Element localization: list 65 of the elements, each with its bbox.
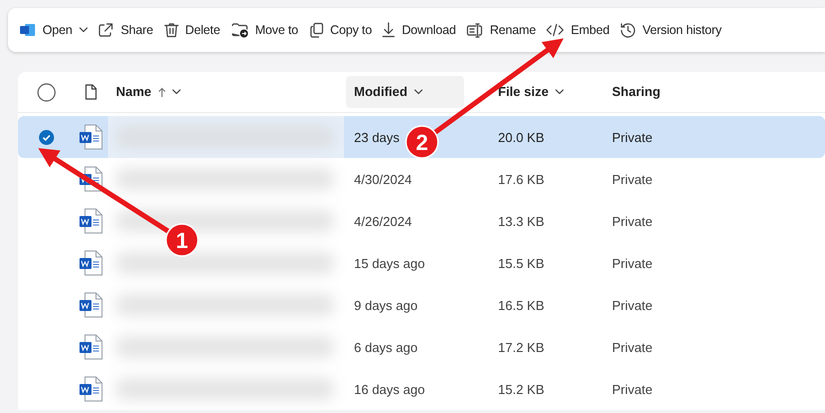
document-icon xyxy=(79,124,103,150)
toolbar-button[interactable]: Version history xyxy=(618,16,724,44)
column-header[interactable]: Name xyxy=(108,76,190,108)
toolbar-button[interactable]: Move to xyxy=(228,16,300,44)
annotation-number: 2 xyxy=(416,130,428,155)
document-icon xyxy=(20,23,36,37)
file-icon xyxy=(85,84,97,100)
sharing-cell: Private xyxy=(612,172,652,186)
file-row[interactable]: 4/30/2024 17.6 KB Private xyxy=(18,158,825,200)
folder-icon xyxy=(230,22,249,38)
file-row[interactable]: 6 days ago 17.2 KB Private xyxy=(18,326,825,368)
sharing-cell: Private xyxy=(612,298,652,312)
size-cell: 17.6 KB xyxy=(498,172,544,186)
download-icon xyxy=(382,22,396,38)
modified-cell: 4/26/2024 xyxy=(354,214,412,228)
modified-cell: 15 days ago xyxy=(354,256,425,270)
checkbox[interactable] xyxy=(38,130,54,145)
annotation-number: 1 xyxy=(176,228,188,253)
copy-icon xyxy=(308,22,324,38)
rename-icon xyxy=(466,22,484,38)
sharing-cell: Private xyxy=(612,256,652,270)
toolbar-button[interactable]: Delete xyxy=(162,16,222,44)
chevron-down-icon xyxy=(555,89,564,95)
size-cell: 15.5 KB xyxy=(498,256,544,270)
document-icon xyxy=(79,334,103,360)
sharing-cell: Private xyxy=(612,130,652,144)
chevron-down-icon xyxy=(414,89,423,95)
size-cell: 16.5 KB xyxy=(498,298,544,312)
document-icon xyxy=(79,208,103,234)
size-cell: 17.2 KB xyxy=(498,340,544,354)
toolbar-button[interactable]: Open xyxy=(18,16,90,44)
file-row[interactable]: 16 days ago 15.2 KB Private xyxy=(18,368,825,410)
toolbar-button[interactable]: Download xyxy=(380,16,458,44)
modified-cell: 23 days xyxy=(354,130,400,144)
size-cell: 15.2 KB xyxy=(498,382,544,396)
size-cell: 13.3 KB xyxy=(498,214,544,228)
history-icon xyxy=(620,22,636,38)
document-icon xyxy=(79,376,103,402)
modified-cell: 4/30/2024 xyxy=(354,172,412,186)
trash-icon xyxy=(164,22,179,38)
chevron-down-icon xyxy=(78,27,88,33)
column-header[interactable]: Sharing xyxy=(604,76,668,108)
document-icon xyxy=(79,166,103,192)
toolbar-button[interactable]: Rename xyxy=(464,16,538,44)
size-cell: 20.0 KB xyxy=(498,130,544,144)
modified-cell: 9 days ago xyxy=(354,298,418,312)
sharing-cell: Private xyxy=(612,214,652,228)
document-icon xyxy=(79,292,103,318)
modified-cell: 6 days ago xyxy=(354,340,418,354)
checkbox[interactable] xyxy=(36,82,56,102)
toolbar-button[interactable]: Embed xyxy=(544,16,612,44)
share-icon xyxy=(98,22,114,38)
file-row[interactable]: 9 days ago 16.5 KB Private xyxy=(18,284,825,326)
annotation-badge xyxy=(405,125,439,159)
toolbar-button[interactable]: Share xyxy=(96,16,156,44)
sharing-cell: Private xyxy=(612,382,652,396)
column-header[interactable]: Modified xyxy=(346,76,464,108)
annotation-badge xyxy=(165,223,199,257)
code-icon xyxy=(546,23,564,37)
chevron-down-icon xyxy=(172,89,182,95)
column-header[interactable]: File size xyxy=(490,76,572,108)
sharing-cell: Private xyxy=(612,340,652,354)
toolbar-button[interactable]: Copy to xyxy=(306,16,374,44)
document-icon xyxy=(79,250,103,276)
modified-cell: 16 days ago xyxy=(354,382,425,396)
